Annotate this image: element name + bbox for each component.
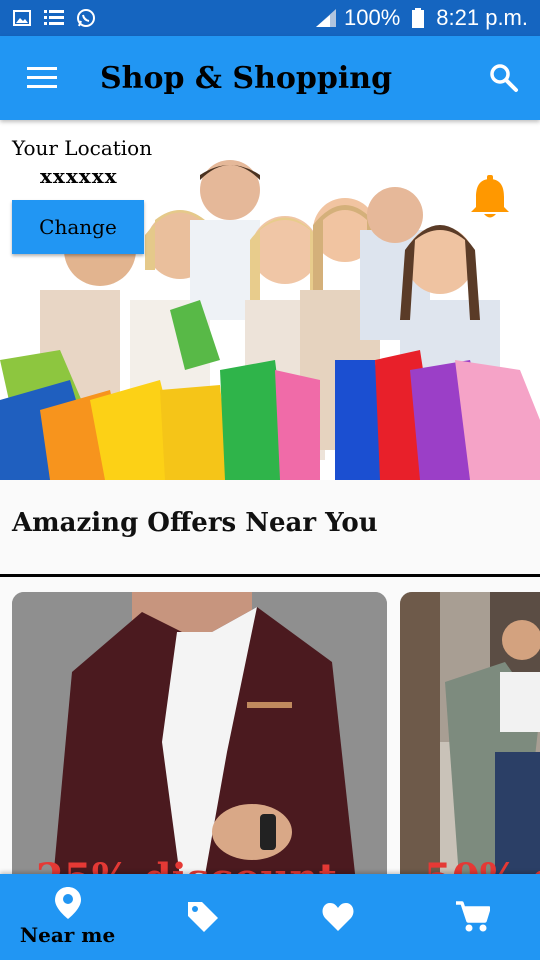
- nav-favorites[interactable]: [270, 874, 405, 960]
- search-button[interactable]: [468, 36, 540, 120]
- section-divider: [0, 574, 540, 577]
- location-label: Your Location: [12, 136, 153, 160]
- offers-section-title: Amazing Offers Near You: [12, 508, 378, 538]
- menu-icon: [27, 67, 57, 88]
- hero-banner: Your Location xxxxxx Change: [0, 120, 540, 480]
- nav-near-me-label: Near me: [19, 923, 116, 947]
- menu-button[interactable]: [0, 36, 84, 120]
- signal-icon: [316, 8, 336, 28]
- offer-street-image: [400, 592, 540, 892]
- offer-card[interactable]: 25% discount: [12, 592, 387, 892]
- status-bar: 100% 8:21 p.m.: [0, 0, 540, 36]
- offer-jacket-image: [12, 592, 387, 892]
- status-icons-left: [12, 8, 96, 28]
- nav-near-me[interactable]: Near me: [0, 874, 135, 960]
- status-icons-right: 100% 8:21 p.m.: [316, 5, 528, 31]
- list-icon: [44, 8, 64, 28]
- cart-icon: [455, 901, 490, 932]
- tag-icon: [187, 902, 218, 932]
- image-icon: [12, 8, 32, 28]
- nav-cart[interactable]: [405, 874, 540, 960]
- change-location-button[interactable]: Change: [12, 200, 144, 254]
- nav-offers[interactable]: [135, 874, 270, 960]
- bell-icon: [471, 175, 509, 218]
- clock-time: 8:21 p.m.: [436, 5, 528, 30]
- app-bar: Shop & Shopping: [0, 36, 540, 120]
- offer-card[interactable]: 50% discount: [400, 592, 540, 892]
- notifications-button[interactable]: [466, 172, 514, 224]
- location-pin-icon: [54, 887, 81, 919]
- whatsapp-icon: [76, 8, 96, 28]
- location-value: xxxxxx: [40, 164, 118, 188]
- battery-icon: [408, 8, 428, 28]
- search-icon: [490, 64, 518, 92]
- app-title: Shop & Shopping: [100, 60, 393, 96]
- battery-percent: 100%: [344, 5, 401, 30]
- heart-icon: [322, 903, 353, 931]
- bottom-navigation: Near me: [0, 874, 540, 960]
